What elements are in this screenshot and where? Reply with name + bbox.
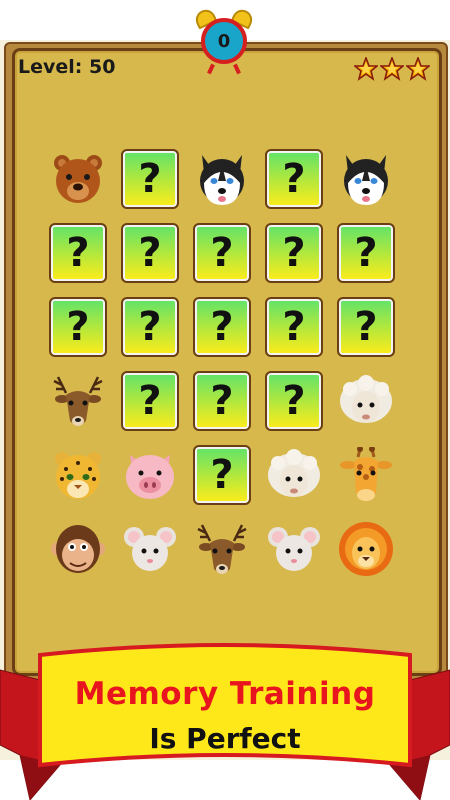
sheep-icon[interactable] [266,447,322,503]
grid-cell[interactable] [336,518,396,580]
grid-cell[interactable]: ? [336,222,396,284]
mouse-icon[interactable] [266,521,322,577]
giraffe-icon[interactable] [338,447,394,503]
question-mark-icon: ? [282,304,306,350]
hidden-card[interactable]: ? [49,223,107,283]
grid-cell[interactable]: ? [264,222,324,284]
lion-icon[interactable] [338,521,394,577]
clock-leg-right [233,63,241,75]
grid-cell[interactable] [48,370,108,432]
hidden-card[interactable]: ? [121,297,179,357]
grid-cell[interactable]: ? [192,296,252,358]
grid-cell[interactable]: ? [192,222,252,284]
hidden-card[interactable]: ? [193,445,251,505]
banner-title: Memory Training [74,676,376,712]
hidden-card[interactable]: ? [337,297,395,357]
grid-cell[interactable]: ? [120,370,180,432]
hidden-card[interactable]: ? [265,297,323,357]
grid-cell[interactable] [192,518,252,580]
question-mark-icon: ? [210,230,234,276]
grid-cell[interactable] [336,370,396,432]
hidden-card[interactable]: ? [193,297,251,357]
star-icon [380,57,404,81]
grid-cell[interactable] [336,148,396,210]
grid-cell[interactable]: ? [48,222,108,284]
grid-cell[interactable]: ? [336,296,396,358]
question-mark-icon: ? [66,304,90,350]
hidden-card[interactable]: ? [265,149,323,209]
level-label: Level: 50 [18,56,116,78]
banner-subtitle: Is Perfect [149,722,301,755]
husky-icon[interactable] [194,151,250,207]
hidden-card[interactable]: ? [193,371,251,431]
timer-clock: 0 [192,6,256,75]
question-mark-icon: ? [138,378,162,424]
question-mark-icon: ? [138,304,162,350]
hidden-card[interactable]: ? [337,223,395,283]
bear-icon[interactable] [50,151,106,207]
hidden-card[interactable]: ? [121,371,179,431]
grid-cell[interactable]: ? [48,296,108,358]
stars-rating [354,57,430,81]
star-icon [406,57,430,81]
deer-icon[interactable] [194,521,250,577]
husky-icon[interactable] [338,151,394,207]
hidden-card[interactable]: ? [265,371,323,431]
leopard-icon[interactable] [50,447,106,503]
question-mark-icon: ? [354,230,378,276]
hidden-card[interactable]: ? [121,149,179,209]
timer-value: 0 [217,30,231,52]
question-mark-icon: ? [138,156,162,202]
monkey-icon[interactable] [50,521,106,577]
grid-cell[interactable]: ? [120,296,180,358]
grid-cell[interactable]: ? [264,148,324,210]
grid-cell[interactable]: ? [120,222,180,284]
grid-cell[interactable]: ? [264,370,324,432]
grid-cell[interactable] [264,444,324,506]
question-mark-icon: ? [210,452,234,498]
question-mark-icon: ? [282,156,306,202]
deer-icon[interactable] [50,373,106,429]
pig-icon[interactable] [122,447,178,503]
mouse-icon[interactable] [122,521,178,577]
grid-cell[interactable]: ? [264,296,324,358]
question-mark-icon: ? [282,230,306,276]
hidden-card[interactable]: ? [193,223,251,283]
hidden-card[interactable]: ? [265,223,323,283]
star-icon [354,57,378,81]
question-mark-icon: ? [210,304,234,350]
question-mark-icon: ? [138,230,162,276]
grid-cell[interactable] [192,148,252,210]
grid-cell[interactable] [48,148,108,210]
hidden-card[interactable]: ? [121,223,179,283]
question-mark-icon: ? [210,378,234,424]
question-mark-icon: ? [354,304,378,350]
hidden-card[interactable]: ? [49,297,107,357]
grid-cell[interactable] [336,444,396,506]
grid-cell[interactable] [120,518,180,580]
grid-cell[interactable] [264,518,324,580]
grid-cell[interactable]: ? [120,148,180,210]
grid-cell[interactable]: ? [192,370,252,432]
grid-cell[interactable] [120,444,180,506]
grid-cell[interactable] [48,518,108,580]
question-mark-icon: ? [282,378,306,424]
timer-face: 0 [201,18,247,64]
question-mark-icon: ? [66,230,90,276]
card-grid: ???????????????? [48,148,404,580]
sheep-icon[interactable] [338,373,394,429]
grid-cell[interactable]: ? [192,444,252,506]
clock-leg-left [207,63,215,75]
grid-cell[interactable] [48,444,108,506]
